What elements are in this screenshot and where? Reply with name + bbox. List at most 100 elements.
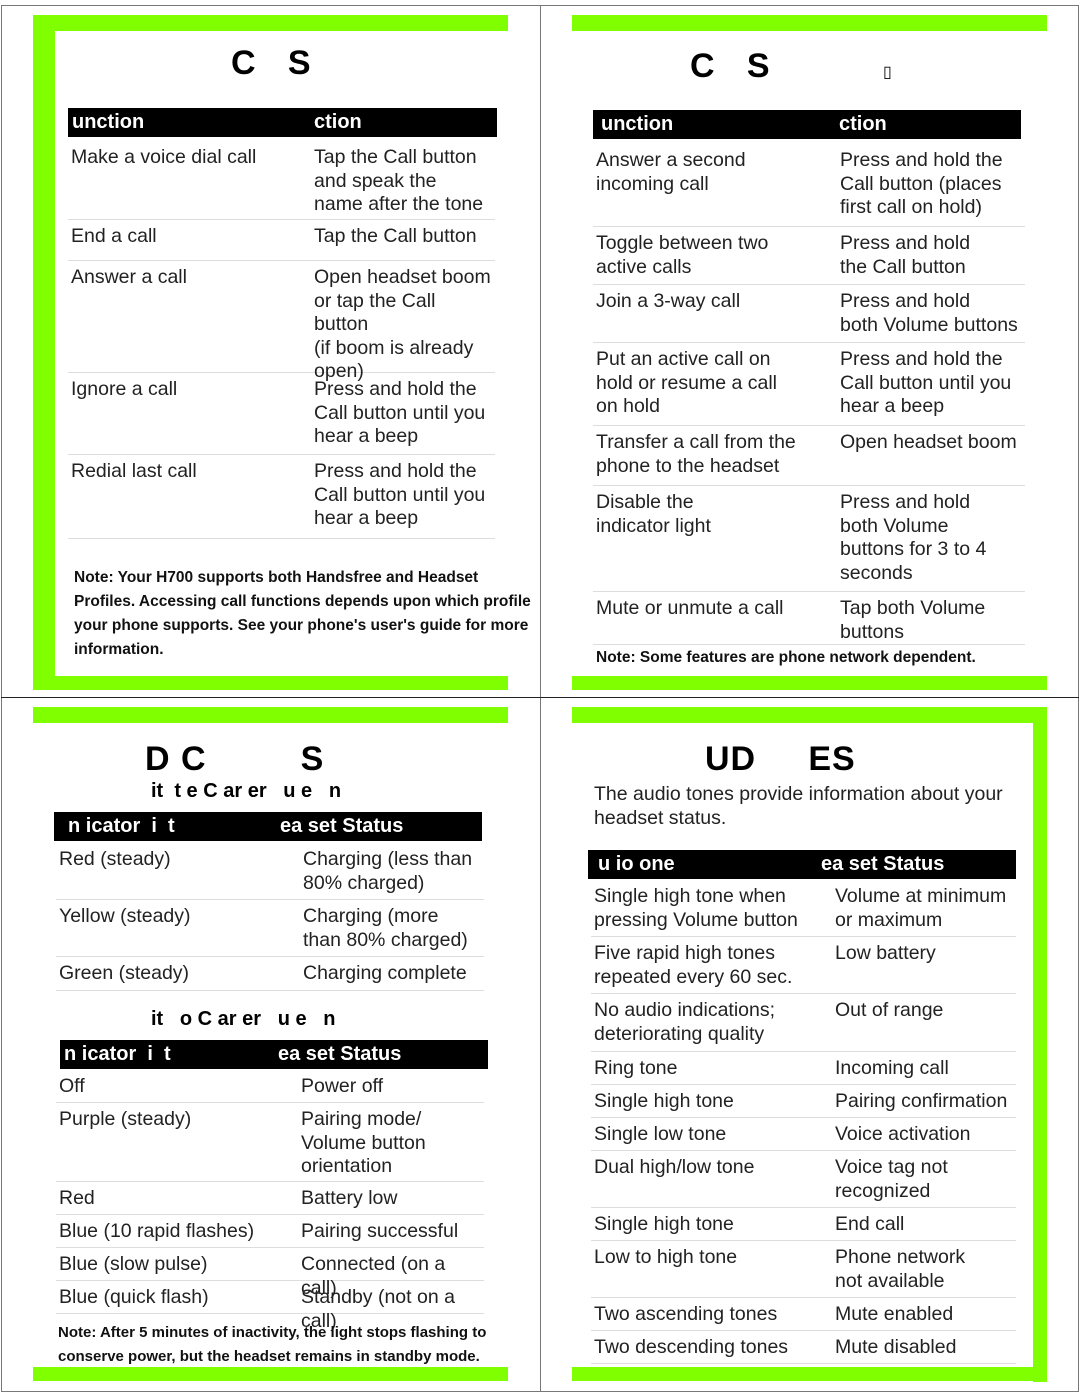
cell-function: Put an active call on hold or resume a c… [596,348,778,417]
header-indicator: n icator i t [68,815,175,837]
cell-function: End a call [71,225,157,247]
cell-indicator: Yellow (steady) [59,905,191,927]
note-text: Note: After 5 minutes of inactivity, the… [58,1324,487,1365]
cell-function: Answer a call [71,266,187,288]
missing-glyph-icon: ▯ [883,64,892,81]
cell-tone: Single high tone when pressing Volume bu… [594,885,798,931]
page-title: C S [231,44,312,82]
cell-function: Mute or unmute a call [596,597,784,619]
cell-function: Make a voice dial call [71,146,257,168]
cell-status: Charging (less than 80% charged) [303,848,473,894]
green-frame-top [572,15,1047,31]
page-title: UD ES [705,740,856,778]
header-status: ea set Status [821,853,945,875]
cell-indicator: Red (steady) [59,848,171,870]
cell-action: Press and hold the Call button until you… [314,460,486,529]
table-row: Disable the indicator light Press and hol… [593,486,1025,592]
cell-indicator: Blue (10 rapid flashes) [59,1220,255,1242]
table-row: Blue (10 rapid flashes) Pairing successfu… [56,1215,484,1248]
cell-indicator: Off [59,1075,85,1097]
table-row: Blue (slow pulse) Connected (on a call) [56,1248,484,1299]
table-row: Red (steady) Charging (less than 80% char… [56,843,484,900]
green-frame-bottom [572,1367,1047,1381]
cell-tone: Two descending tones [594,1336,789,1358]
cell-status: Charging (more than 80% charged) [303,905,468,951]
table-header: n icator i t ea set Status [54,812,482,841]
section-subtitle-without-charger: it o C ar er u e n [151,1008,336,1030]
table-row: Two ascending tones Mute enabled [591,1298,1016,1331]
table-row: Off Power off [56,1070,484,1103]
table-row: Blue (quick flash) Standby (not on a call… [56,1281,484,1332]
table-row: Join a 3-way call Press and hold both Vol… [593,285,1025,343]
green-frame-top [572,707,1047,723]
table-header: n icator i t ea set Status [60,1040,488,1069]
cell-tone: Low to high tone [594,1246,738,1268]
table-row: Toggle between two active calls Press and… [593,227,1025,285]
cell-status: Pairing successful [301,1220,459,1242]
cell-status: Phone network not available [835,1246,966,1292]
header-action: ction [839,113,887,135]
green-frame-right [1033,707,1047,1382]
cell-action: Press and hold the Call button until you… [314,378,486,447]
cell-status: Out of range [835,999,944,1021]
page-title: D C S [145,740,325,778]
cell-action: Open headset boom [840,431,1017,453]
cell-function: Toggle between two active calls [596,232,769,278]
cell-tone: Ring tone [594,1057,678,1079]
cell-function: Ignore a call [71,378,178,400]
table-header: u io one ea set Status [588,850,1016,879]
table-header: unction ction [68,108,497,137]
cell-action: Tap the Call button [314,225,477,247]
cell-action: Open headset boom or tap the Call button… [314,266,491,382]
cell-status: Charging complete [303,962,467,984]
green-frame-top [33,707,508,723]
header-function: unction [601,113,674,135]
horizontal-divider [1,697,1079,698]
table-row: Mute or unmute a call Tap both Volume but… [593,592,1025,645]
cell-status: Battery low [301,1187,398,1209]
cell-tone: Single high tone [594,1090,734,1112]
table-row: Dual high/low tone Voice tag not recogniz… [591,1151,1016,1208]
table-row: No audio indications; deteriorating qual… [591,994,1016,1052]
vertical-divider [540,5,541,1392]
cell-status: Volume at minimum or maximum [835,885,1007,931]
cell-action: Press and hold both Volume buttons [840,290,1018,336]
table-row: End a call Tap the Call button [68,220,495,261]
cell-function: Transfer a call from the phone to the he… [596,431,796,477]
cell-status: Pairing confirmation [835,1090,1008,1112]
section-subtitle-with-charger: it t e C ar er u e n [151,780,342,802]
cell-indicator: Blue (slow pulse) [59,1253,208,1275]
table-row: Single high tone Pairing confirmation [591,1085,1016,1118]
table-row: Two descending tones Mute disabled [591,1331,1016,1364]
cell-action: Tap the Call button and speak the name a… [314,146,484,215]
note-text: Note: Some features are phone network de… [596,649,976,666]
table-row: Green (steady) Charging complete [56,957,484,991]
table-row: Ignore a call Press and hold the Call but… [68,373,495,455]
cell-tone: Five rapid high tones repeated every 60 … [594,942,793,988]
cell-action: Press and hold both Volume buttons for 3… [840,491,987,584]
cell-status: Pairing mode/ Volume button orientation [301,1108,426,1177]
header-function: unction [72,111,145,133]
cell-function: Join a 3-way call [596,290,741,312]
cell-status: Voice tag not recognized [835,1156,948,1202]
green-frame-left [33,15,55,690]
green-frame-bottom [572,676,1047,690]
table-header: unction ction [593,110,1021,139]
cell-tone: Dual high/low tone [594,1156,755,1178]
cell-status: Power off [301,1075,384,1097]
table-row: Answer a second incoming call Press and h… [593,144,1025,227]
table-row: Low to high tone Phone network not availa… [591,1241,1016,1298]
table-row: Put an active call on hold or resume a c… [593,343,1025,426]
header-action: ction [314,111,362,133]
header-tone: u io one [598,853,675,875]
cell-indicator: Red [59,1187,95,1209]
cell-action: Tap both Volume buttons [840,597,986,643]
cell-tone: Single high tone [594,1213,734,1235]
cell-indicator: Blue (quick flash) [59,1286,209,1308]
cell-tone: Single low tone [594,1123,727,1145]
table-row: Five rapid high tones repeated every 60 … [591,937,1016,994]
green-frame-bottom [33,1367,508,1381]
cell-indicator: Green (steady) [59,962,190,984]
note-text: Note: Your H700 supports both Handsfree … [74,569,531,658]
table-row: Yellow (steady) Charging (more than 80% c… [56,900,484,957]
